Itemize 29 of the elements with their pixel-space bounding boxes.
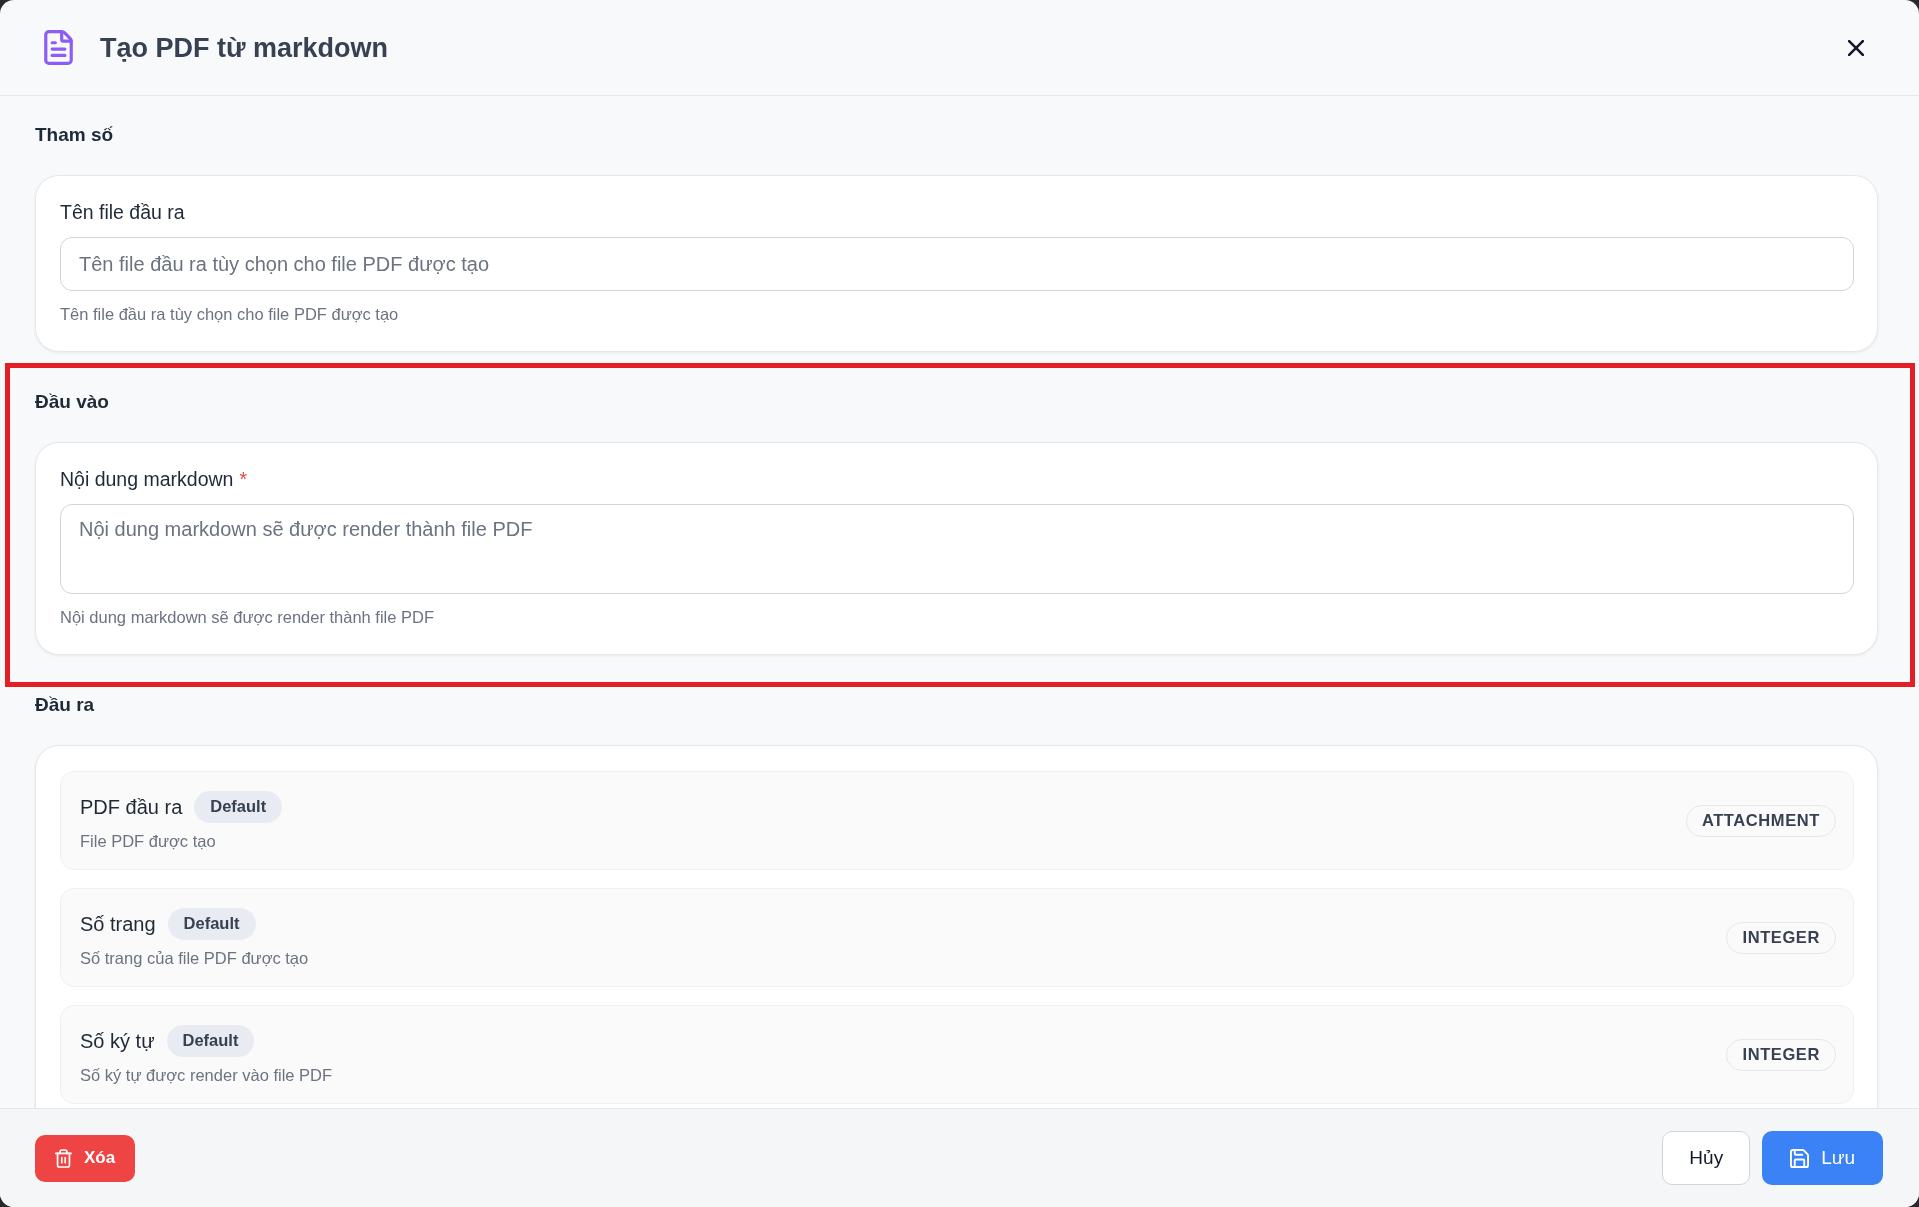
textarea-field[interactable]: Nội dung markdown sẽ được render thành file PDF [60,504,1854,594]
help-text: Nội dung markdown sẽ được render thành file PDF [60,607,435,627]
output-name: PDF đầu ra [80,794,183,819]
output-name: Số ký tự [80,1028,155,1053]
required-asterisk: * [239,467,248,491]
trash-icon [55,1148,72,1168]
section-title: Tham số [35,123,114,147]
default-badge: Default [167,907,256,940]
text-input[interactable]: Tên file đầu ra tùy chọn cho file PDF được tạo [60,237,1854,291]
type-badge: INTEGER [1726,1038,1836,1071]
default-badge: Default [166,1024,255,1057]
output-description: Số trang của file PDF được tạo [80,947,309,968]
document-icon [44,30,73,65]
save-button[interactable]: Lưu [1762,1131,1883,1185]
help-text: Tên file đầu ra tùy chọn cho file PDF được tạo [60,304,399,324]
output-description: Số ký tự được render vào file PDF [80,1064,333,1085]
output-description: File PDF được tạo [80,830,216,851]
type-badge: ATTACHMENT [1685,804,1836,837]
cancel-button[interactable]: Hủy [1662,1131,1751,1185]
field-label: Nội dung markdown [60,467,234,491]
field-label: Tên file đầu ra [60,200,185,224]
section-title: Đầu ra [35,693,95,717]
close-icon [1848,39,1864,56]
default-badge: Default [194,790,283,823]
section-title: Đầu vào [35,390,109,414]
output-name: Số trang [80,911,156,936]
dialog-title: Tạo PDF từ markdown [100,31,389,65]
type-badge: INTEGER [1726,921,1836,954]
delete-button[interactable]: Xóa [35,1134,136,1182]
